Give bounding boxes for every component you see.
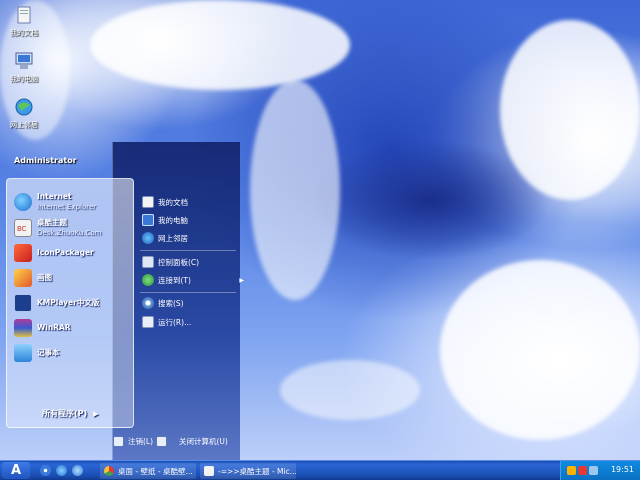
place-control-panel[interactable]: 控制面板(C) [142, 256, 199, 268]
start-menu-header: Administrator [0, 148, 240, 178]
cloud-decoration [440, 260, 640, 440]
media-player-icon[interactable] [72, 465, 83, 476]
program-subtitle: Desk.ZhuoKu.Com [37, 229, 102, 237]
shutdown-button[interactable]: 关闭计算机(U) [156, 436, 228, 447]
place-label: 我的文档 [158, 197, 188, 207]
place-my-computer[interactable]: 我的电脑 [142, 214, 188, 226]
separator [140, 292, 236, 293]
taskbar-task-wallpaper[interactable]: 桌面 - 壁纸 - 桌酷壁... [100, 463, 196, 479]
place-search[interactable]: 搜索(S) [142, 297, 184, 309]
program-notepad[interactable]: 记事本 [14, 344, 60, 362]
place-my-documents[interactable]: 我的文档 [142, 196, 188, 208]
cloud-decoration [90, 0, 350, 90]
place-label: 网上邻居 [158, 233, 188, 243]
paint-icon [14, 269, 32, 287]
taskbar-task-zhuoku[interactable]: -=>>桌酷主题 - Mic... [200, 463, 296, 479]
program-title: WinRAR [37, 323, 71, 332]
cloud-decoration [500, 20, 640, 200]
show-desktop-icon[interactable] [40, 465, 51, 476]
winrar-icon [14, 319, 32, 337]
place-label: 搜索(S) [158, 298, 184, 308]
svg-text:BC: BC [17, 225, 27, 233]
program-title: Internet [37, 192, 72, 201]
program-zhuoku[interactable]: BC 桌酷主题 Desk.ZhuoKu.Com [14, 218, 101, 238]
program-title: 桌酷主题 [37, 218, 67, 227]
desktop-icon-my-computer[interactable]: 我的电脑 [0, 50, 48, 84]
place-label: 控制面板(C) [158, 257, 200, 267]
place-network[interactable]: 网上邻居 [142, 232, 188, 244]
search-icon [142, 297, 154, 309]
place-connect-to[interactable]: 连接到(T) ▶ [142, 274, 244, 286]
run-icon [142, 316, 154, 328]
desktop-icon-my-documents[interactable]: 我的文档 [0, 4, 48, 38]
computer-icon [13, 50, 35, 72]
notepad-icon [14, 344, 32, 362]
network-connection-icon [142, 274, 154, 286]
program-title: 记事本 [37, 348, 60, 357]
desktop-icon-network[interactable]: 网上邻居 [0, 96, 48, 130]
place-label: 运行(R)... [158, 317, 192, 327]
clock[interactable]: 19:51 [611, 465, 634, 474]
all-programs-button[interactable]: 所有程序(P) ▶ [42, 408, 99, 419]
shutdown-label: 关闭计算机(U) [179, 437, 228, 446]
place-label: 连接到(T) [158, 275, 191, 285]
internet-explorer-icon [14, 193, 32, 211]
arrow-right-icon: ▶ [239, 276, 244, 284]
globe-icon [13, 96, 35, 118]
desktop-icon-label: 我的文档 [10, 29, 38, 37]
globe-icon [142, 232, 154, 244]
program-kmplayer[interactable]: KMPlayer中文版 [14, 294, 99, 312]
separator [140, 250, 236, 251]
cloud-decoration [280, 360, 420, 420]
program-subtitle: Internet Explorer [37, 203, 97, 211]
zhuoku-icon: BC [14, 219, 32, 237]
computer-icon [142, 214, 154, 226]
volume-icon[interactable] [589, 466, 598, 475]
logoff-label: 注销(L) [128, 437, 154, 446]
security-icon[interactable] [578, 466, 587, 475]
program-iconpackager[interactable]: IconPackager [14, 244, 94, 262]
chrome-icon [104, 466, 114, 476]
desktop-icon-label: 我的电脑 [10, 75, 38, 83]
desktop-icon-label: 网上邻居 [10, 121, 38, 129]
logoff-button[interactable]: 注销(L) [113, 436, 153, 447]
program-winrar[interactable]: WinRAR [14, 319, 71, 337]
messenger-icon[interactable] [567, 466, 576, 475]
arrow-right-icon: ▶ [93, 410, 99, 418]
task-label: 桌面 - 壁纸 - 桌酷壁... [118, 466, 193, 476]
place-label: 我的电脑 [158, 215, 188, 225]
program-title: IconPackager [37, 248, 94, 257]
program-paint[interactable]: 画图 [14, 269, 52, 287]
place-run[interactable]: 运行(R)... [142, 316, 191, 328]
program-internet-explorer[interactable]: Internet Internet Explorer [14, 192, 96, 212]
control-panel-icon [142, 256, 154, 268]
kmplayer-icon [14, 294, 32, 312]
folder-icon [13, 4, 35, 26]
program-title: 画图 [37, 273, 52, 282]
task-label: -=>>桌酷主题 - Mic... [218, 466, 296, 476]
program-title: KMPlayer中文版 [37, 298, 100, 307]
internet-explorer-icon[interactable] [56, 465, 67, 476]
cloud-decoration [250, 80, 340, 300]
logoff-icon [113, 436, 124, 447]
all-programs-label: 所有程序(P) [42, 409, 88, 418]
power-icon [156, 436, 167, 447]
document-icon [204, 466, 214, 476]
start-glyph: A [10, 463, 22, 478]
user-name: Administrator [14, 156, 77, 165]
document-icon [142, 196, 154, 208]
start-button[interactable]: A [2, 462, 30, 479]
taskbar: A 桌面 - 壁纸 - 桌酷壁... -=>>桌酷主题 - Mic... 19:… [0, 460, 640, 480]
iconpackager-icon [14, 244, 32, 262]
system-tray: 19:51 [560, 461, 640, 480]
